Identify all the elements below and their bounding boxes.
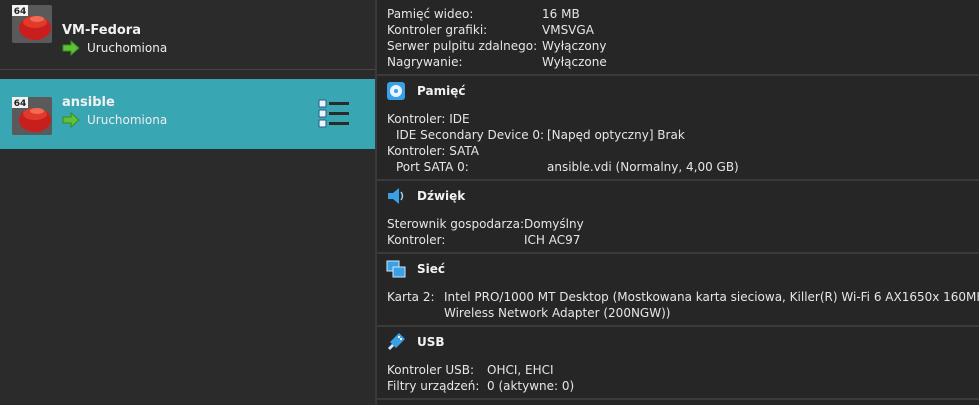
section-divider	[377, 179, 979, 181]
section-title-network: Sieć	[417, 262, 446, 276]
usb-icon	[388, 333, 405, 350]
display-recording-value: Wyłączone	[542, 55, 607, 69]
svg-text:64: 64	[14, 99, 27, 109]
display-controller-label: Kontroler grafiki:	[387, 23, 488, 37]
storage-disk-icon	[387, 82, 405, 100]
network-icon	[386, 260, 406, 278]
vm-name: ansible	[62, 95, 115, 110]
usb-filters-label: Filtry urządzeń:	[387, 379, 480, 393]
section-title-storage: Pamięć	[417, 84, 466, 98]
running-arrow-icon	[62, 40, 80, 56]
storage-controller-sata: Kontroler: SATA	[387, 144, 479, 158]
display-vram-value: 16 MB	[542, 7, 580, 21]
details-panel: Pamięć wideo: 16 MB Kontroler grafiki: V…	[375, 0, 979, 405]
audio-controller-label: Kontroler:	[387, 233, 446, 247]
display-rdp-value: Wyłączony	[542, 39, 607, 53]
audio-host-driver-value: Domyślny	[524, 217, 584, 231]
svg-text:64: 64	[14, 7, 27, 17]
vm-state: Uruchomiona	[87, 41, 168, 55]
vm-state: Uruchomiona	[87, 113, 168, 127]
section-divider	[377, 74, 979, 76]
display-recording-label: Nagrywanie:	[387, 55, 463, 69]
storage-ide-device-label: IDE Secondary Device 0:	[396, 128, 545, 142]
audio-host-driver-label: Sterownik gospodarza:	[387, 217, 525, 231]
fedora-os-icon: 64	[12, 5, 52, 43]
vm-name: VM-Fedora	[62, 23, 141, 38]
display-vram-label: Pamięć wideo:	[387, 7, 474, 21]
vm-list: 64 VM-Fedora Uruchomiona 64 ansible Uruc…	[0, 0, 375, 405]
display-rdp-label: Serwer pulpitu zdalnego:	[387, 39, 538, 53]
network-adapter-line2: Wireless Network Adapter (200NGW))	[444, 306, 671, 320]
speaker-icon	[388, 188, 404, 204]
network-adapter-line1: Intel PRO/1000 MT Desktop (Mostkowana ka…	[444, 290, 979, 304]
section-divider	[377, 325, 979, 327]
usb-controller-label: Kontroler USB:	[387, 363, 475, 377]
section-title-usb: USB	[417, 335, 445, 349]
display-controller-value: VMSVGA	[542, 23, 594, 37]
audio-controller-value: ICH AC97	[524, 233, 581, 247]
storage-sata-port-value: ansible.vdi (Normalny, 4,00 GB)	[547, 160, 739, 174]
fedora-os-icon: 64	[12, 97, 52, 135]
details-menu-icon[interactable]	[318, 99, 350, 129]
vm-list-item-ansible[interactable]: 64 ansible Uruchomiona	[0, 79, 375, 149]
storage-ide-device-value: [Napęd optyczny] Brak	[547, 128, 685, 142]
section-title-audio: Dźwięk	[417, 189, 466, 203]
usb-filters-value: 0 (aktywne: 0)	[487, 379, 575, 393]
running-arrow-icon	[62, 112, 80, 128]
storage-sata-port-label: Port SATA 0:	[396, 160, 469, 174]
vm-list-item-vm-fedora[interactable]: 64 VM-Fedora Uruchomiona	[0, 0, 375, 70]
section-divider	[377, 252, 979, 254]
usb-controller-value: OHCI, EHCI	[487, 363, 554, 377]
storage-controller-ide: Kontroler: IDE	[387, 112, 470, 126]
network-adapter-label: Karta 2:	[387, 290, 435, 304]
section-divider	[377, 398, 979, 400]
